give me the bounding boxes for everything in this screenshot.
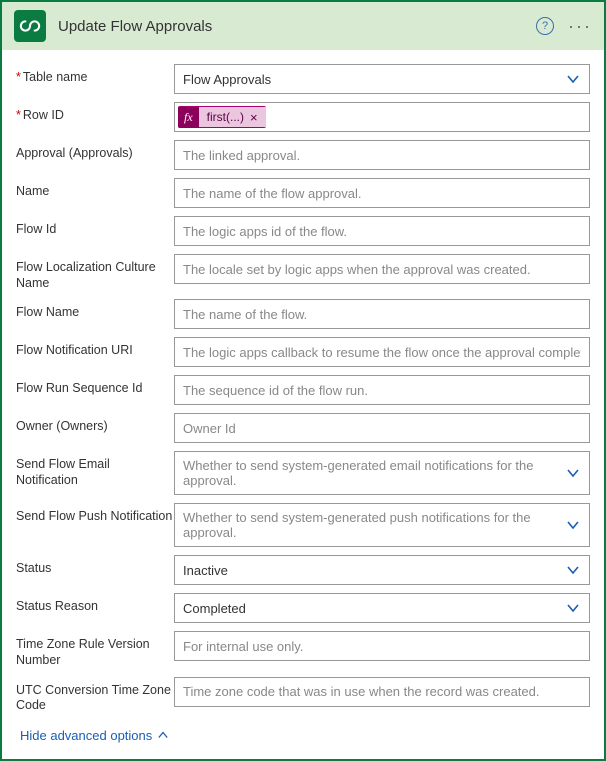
chevron-down-icon bbox=[557, 602, 589, 614]
input-flow-locale-text[interactable] bbox=[175, 256, 589, 283]
field-flow-locale: Flow Localization Culture Name bbox=[16, 254, 590, 291]
select-send-email[interactable]: Whether to send system-generated email n… bbox=[174, 451, 590, 495]
input-name-text[interactable] bbox=[175, 180, 589, 207]
action-card: Update Flow Approvals ? ··· *Table name … bbox=[0, 0, 606, 761]
more-menu-icon[interactable]: ··· bbox=[568, 17, 592, 35]
input-flow-name[interactable] bbox=[174, 299, 590, 329]
select-status-reason[interactable]: Completed bbox=[174, 593, 590, 623]
input-utc-conv-text[interactable] bbox=[175, 678, 589, 705]
field-tz-rule: Time Zone Rule Version Number bbox=[16, 631, 590, 668]
input-flow-locale[interactable] bbox=[174, 254, 590, 284]
label-send-push: Send Flow Push Notification bbox=[16, 503, 174, 525]
input-tz-rule[interactable] bbox=[174, 631, 590, 661]
field-owner: Owner (Owners) bbox=[16, 413, 590, 443]
hide-advanced-options-toggle[interactable]: Hide advanced options bbox=[20, 728, 168, 743]
chevron-down-icon bbox=[557, 467, 589, 479]
chevron-down-icon bbox=[557, 519, 589, 531]
field-flow-notification-uri: Flow Notification URI bbox=[16, 337, 590, 367]
label-status-reason: Status Reason bbox=[16, 593, 174, 615]
label-flow-name: Flow Name bbox=[16, 299, 174, 321]
token-remove-icon[interactable]: × bbox=[250, 111, 258, 124]
input-name[interactable] bbox=[174, 178, 590, 208]
select-send-push[interactable]: Whether to send system-generated push no… bbox=[174, 503, 590, 547]
select-table-name[interactable]: Flow Approvals bbox=[174, 64, 590, 94]
chevron-down-icon bbox=[557, 73, 589, 85]
input-tz-rule-text[interactable] bbox=[175, 633, 589, 660]
label-flow-id: Flow Id bbox=[16, 216, 174, 238]
required-asterisk: * bbox=[16, 70, 21, 84]
field-status-reason: Status Reason Completed bbox=[16, 593, 590, 623]
chevron-down-icon bbox=[557, 564, 589, 576]
select-send-email-placeholder: Whether to send system-generated email n… bbox=[175, 452, 557, 494]
select-status[interactable]: Inactive bbox=[174, 555, 590, 585]
input-row-id[interactable]: fx first(...) × bbox=[174, 102, 590, 132]
field-name: Name bbox=[16, 178, 590, 208]
field-row-id: *Row ID fx first(...) × bbox=[16, 102, 590, 132]
help-icon[interactable]: ? bbox=[536, 17, 554, 35]
label-status: Status bbox=[16, 555, 174, 577]
fx-icon: fx bbox=[178, 107, 199, 128]
dataverse-connector-icon bbox=[14, 10, 46, 42]
label-flow-notification-uri: Flow Notification URI bbox=[16, 337, 174, 359]
expression-token-text: first(...) bbox=[207, 110, 244, 124]
label-name: Name bbox=[16, 178, 174, 200]
select-send-push-placeholder: Whether to send system-generated push no… bbox=[175, 504, 557, 546]
label-approval: Approval (Approvals) bbox=[16, 140, 174, 162]
label-tz-rule: Time Zone Rule Version Number bbox=[16, 631, 174, 668]
expression-token[interactable]: fx first(...) × bbox=[178, 106, 266, 128]
select-status-value: Inactive bbox=[175, 557, 557, 584]
field-approval: Approval (Approvals) bbox=[16, 140, 590, 170]
label-send-email: Send Flow Email Notification bbox=[16, 451, 174, 488]
swirl-icon bbox=[19, 15, 41, 37]
field-send-push: Send Flow Push Notification Whether to s… bbox=[16, 503, 590, 547]
input-flow-notification-uri[interactable] bbox=[174, 337, 590, 367]
input-approval-text[interactable] bbox=[175, 142, 589, 169]
field-table-name: *Table name Flow Approvals bbox=[16, 64, 590, 94]
label-table-name: *Table name bbox=[16, 64, 174, 86]
select-status-reason-value: Completed bbox=[175, 595, 557, 622]
input-approval[interactable] bbox=[174, 140, 590, 170]
label-utc-conv: UTC Conversion Time Zone Code bbox=[16, 677, 174, 714]
card-body: *Table name Flow Approvals *Row ID fx fi… bbox=[2, 50, 604, 759]
input-flow-run-seq-text[interactable] bbox=[175, 377, 589, 404]
input-utc-conv[interactable] bbox=[174, 677, 590, 707]
toggle-label: Hide advanced options bbox=[20, 728, 152, 743]
chevron-up-icon bbox=[158, 730, 168, 740]
input-owner-text[interactable] bbox=[175, 415, 589, 442]
label-flow-locale: Flow Localization Culture Name bbox=[16, 254, 174, 291]
header-actions: ? ··· bbox=[536, 17, 592, 35]
label-owner: Owner (Owners) bbox=[16, 413, 174, 435]
field-flow-run-seq: Flow Run Sequence Id bbox=[16, 375, 590, 405]
input-flow-name-text[interactable] bbox=[175, 301, 589, 328]
select-table-name-value: Flow Approvals bbox=[175, 66, 557, 93]
card-header: Update Flow Approvals ? ··· bbox=[2, 2, 604, 50]
field-status: Status Inactive bbox=[16, 555, 590, 585]
input-flow-id[interactable] bbox=[174, 216, 590, 246]
input-flow-notification-uri-text[interactable] bbox=[175, 339, 589, 366]
field-utc-conv: UTC Conversion Time Zone Code bbox=[16, 677, 590, 714]
required-asterisk: * bbox=[16, 108, 21, 122]
label-flow-run-seq: Flow Run Sequence Id bbox=[16, 375, 174, 397]
field-flow-name: Flow Name bbox=[16, 299, 590, 329]
field-flow-id: Flow Id bbox=[16, 216, 590, 246]
input-owner[interactable] bbox=[174, 413, 590, 443]
label-row-id: *Row ID bbox=[16, 102, 174, 124]
input-flow-id-text[interactable] bbox=[175, 218, 589, 245]
input-flow-run-seq[interactable] bbox=[174, 375, 590, 405]
card-title[interactable]: Update Flow Approvals bbox=[58, 18, 536, 35]
field-send-email: Send Flow Email Notification Whether to … bbox=[16, 451, 590, 495]
